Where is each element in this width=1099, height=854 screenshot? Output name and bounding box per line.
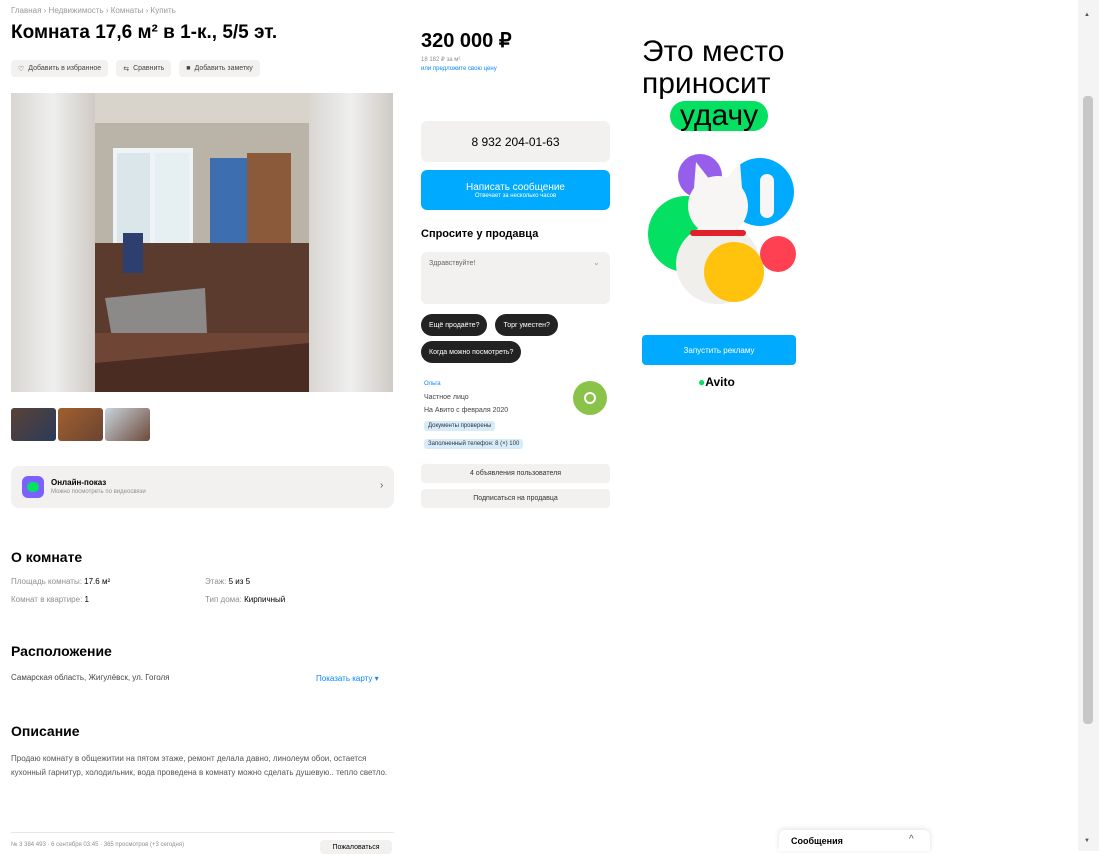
report-button[interactable]: Пожаловаться	[320, 840, 392, 854]
seller-since: На Авито с февраля 2020	[424, 407, 509, 414]
show-phone-button[interactable]: 8 932 204-01-63	[421, 121, 610, 162]
location-heading: Расположение	[11, 643, 112, 659]
compare-button[interactable]: ⇆ Сравнить	[116, 60, 172, 77]
avito-logo: ●Avito	[698, 375, 735, 389]
add-note-label: Добавить заметку	[194, 65, 253, 72]
seller-name[interactable]: Ольга	[424, 381, 441, 387]
seller-type: Частное лицо	[424, 394, 469, 401]
compare-icon: ⇆	[123, 65, 130, 73]
chevron-down-icon: ⌄	[593, 258, 600, 267]
param-floor-value: 5 из 5	[228, 577, 251, 586]
page-title: Комната 17,6 м² в 1-к., 5/5 эт.	[11, 22, 278, 43]
note-icon: ■	[186, 65, 191, 72]
photo-thumbnails	[11, 408, 150, 441]
lucky-cat-icon	[648, 154, 796, 304]
add-favorite-button[interactable]: ♡ Добавить в избранное	[11, 60, 109, 77]
quick-questions-row-1: Ещё продаёте? Торг уместен?	[421, 314, 558, 336]
avito-logo-text: Avito	[705, 375, 735, 389]
param-house-type-value: Кирпичный	[244, 595, 286, 604]
param-rooms-label: Комнат в квартире:	[11, 595, 83, 604]
subscribe-seller-button[interactable]: Подписаться на продавца	[421, 489, 610, 508]
thumbnail-3[interactable]	[105, 408, 150, 441]
scroll-up-icon[interactable]: ▲	[1084, 12, 1090, 18]
add-favorite-label: Добавить в избранное	[28, 65, 102, 72]
param-area: Площадь комнаты: 17.6 м²	[11, 577, 110, 586]
description-text: Продаю комнату в общежитии на пятом этаж…	[11, 754, 388, 777]
other-ads-button[interactable]: 4 объявления пользователя	[421, 464, 610, 483]
param-rooms-value: 1	[84, 595, 89, 604]
photo-gallery[interactable]	[11, 93, 393, 392]
param-floor-label: Этаж:	[205, 577, 227, 586]
price-per-meter: 18 182 ₽ за м²	[421, 57, 461, 63]
quick-question-bargain[interactable]: Торг уместен?	[495, 314, 558, 336]
chevron-up-icon[interactable]: ^	[909, 834, 914, 845]
video-call-icon	[22, 476, 44, 498]
param-rooms: Комнат в квартире: 1	[11, 595, 89, 604]
description-heading: Описание	[11, 723, 80, 739]
thumbnail-2[interactable]	[58, 408, 103, 441]
ask-seller-placeholder: Здравствуйте!	[429, 260, 476, 267]
badge-documents: Документы проверены	[424, 421, 496, 431]
write-message-sub: Отвечает за несколько часов	[474, 192, 557, 199]
show-map-label: Показать карту	[316, 674, 373, 683]
offer-price-link[interactable]: или предложите свою цену	[421, 66, 497, 72]
badge-phone: Заполненный телефон: 8 (×) 100	[424, 439, 524, 449]
breadcrumb[interactable]: Главная › Недвижимость › Комнаты › Купит…	[11, 6, 176, 15]
param-floor: Этаж: 5 из 5	[205, 577, 250, 586]
online-view-subtitle: Можно посмотреть по видеосвязи	[51, 489, 146, 495]
about-heading: О комнате	[11, 549, 83, 565]
quick-questions-row-2: Когда можно посмотреть?	[421, 341, 522, 363]
show-map-link[interactable]: Показать карту ▾	[316, 674, 379, 683]
online-view-title: Онлайн-показ	[51, 478, 107, 487]
footer-meta: № 3 384 493 · 6 сентября 03:45 · 365 про…	[11, 842, 185, 848]
gallery-blur-right	[309, 93, 393, 392]
address-text: Самарская область, Жигулёвск, ул. Гоголя	[11, 673, 170, 682]
online-view-banner[interactable]: Онлайн-показ Можно посмотреть по видеосв…	[11, 466, 394, 508]
ad-line-1: Это место	[642, 35, 785, 68]
write-message-label: Написать сообщение	[465, 181, 565, 193]
param-area-value: 17.6 м²	[84, 577, 111, 586]
seller-avatar[interactable]	[573, 381, 607, 415]
heart-icon: ♡	[18, 65, 25, 73]
ask-seller-heading: Спросите у продавца	[421, 228, 539, 240]
ad-cta-button[interactable]: Запустить рекламу	[642, 335, 796, 365]
write-message-button[interactable]: Написать сообщение Отвечает за несколько…	[421, 170, 610, 210]
thumbnail-1[interactable]	[11, 408, 56, 441]
add-note-button[interactable]: ■ Добавить заметку	[179, 60, 260, 77]
scroll-down-icon[interactable]: ▼	[1084, 838, 1090, 844]
room-photo-image	[95, 93, 309, 392]
price: 320 000 ₽	[421, 30, 512, 52]
ad-line-2: приносит	[642, 67, 771, 100]
footer-divider	[11, 832, 394, 833]
messenger-label: Сообщения	[791, 836, 843, 846]
chevron-down-icon: ▾	[374, 674, 379, 683]
main-photo[interactable]	[95, 93, 309, 392]
ad-banner[interactable]: Это место приносит удачу Запустить рекла…	[628, 22, 818, 397]
gallery-blur-left	[11, 93, 95, 392]
param-house-type: Тип дома: Кирпичный	[205, 595, 285, 604]
param-house-type-label: Тип дома:	[205, 595, 242, 604]
compare-label: Сравнить	[133, 65, 165, 72]
listing-actions: ♡ Добавить в избранное ⇆ Сравнить ■ Доба…	[11, 60, 260, 77]
scrollbar-thumb[interactable]	[1083, 96, 1093, 724]
messenger-bar[interactable]: Сообщения ^	[779, 830, 930, 851]
chevron-right-icon: ›	[380, 480, 384, 491]
param-area-label: Площадь комнаты:	[11, 577, 82, 586]
quick-question-viewing[interactable]: Когда можно посмотреть?	[421, 341, 522, 363]
ask-seller-input[interactable]: Здравствуйте! ⌄	[421, 252, 610, 304]
quick-question-still-selling[interactable]: Ещё продаёте?	[421, 314, 488, 336]
ad-line-3: удачу	[670, 101, 769, 131]
